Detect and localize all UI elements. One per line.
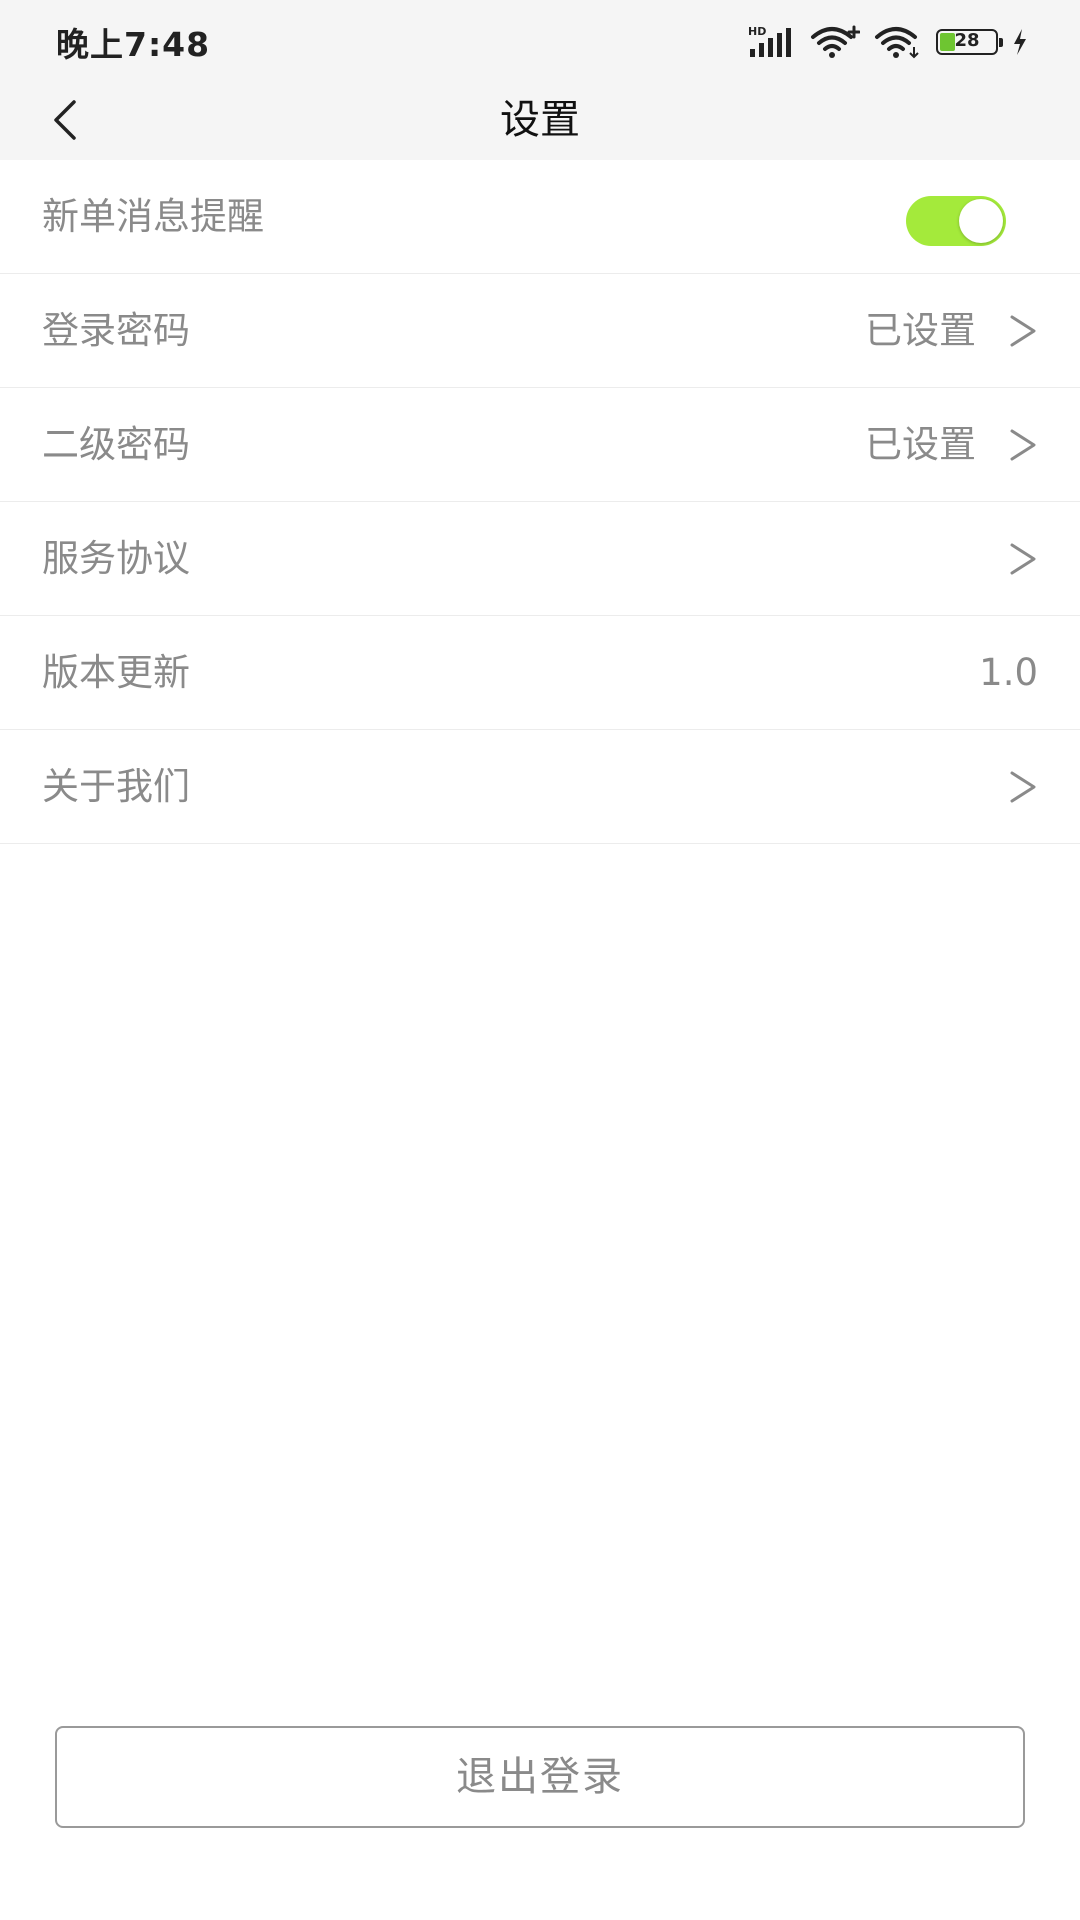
version-number: 1.0: [979, 651, 1038, 694]
setting-label: 新单消息提醒: [42, 195, 264, 238]
status-icons: HD 28: [748, 22, 1028, 62]
status-time: 晚上7:48: [56, 25, 211, 64]
setting-label: 服务协议: [42, 537, 190, 580]
setting-row-new-order-notification: 新单消息提醒: [0, 160, 1080, 274]
setting-row-secondary-password[interactable]: 二级密码 已设置: [0, 388, 1080, 502]
battery-level: 28: [954, 30, 980, 51]
setting-label: 二级密码: [42, 423, 190, 466]
chevron-right-icon: [1010, 771, 1036, 803]
settings-screen: 晚上7:48 HD 28 设置 新单消息提醒 登录密码 已设置 二级密码 已设置…: [0, 0, 1080, 1920]
signal-icon: HD: [748, 25, 791, 57]
settings-list: 新单消息提醒 登录密码 已设置 二级密码 已设置 服务协议 版本更新 1.0 关…: [0, 160, 1080, 844]
setting-row-about-us[interactable]: 关于我们: [0, 730, 1080, 844]
notification-toggle[interactable]: [906, 196, 1006, 246]
chevron-right-icon: [1010, 543, 1036, 575]
setting-value: 已设置: [865, 309, 976, 352]
chevron-right-icon: [1010, 315, 1036, 347]
wifi-plus-icon: [811, 25, 860, 58]
logout-button[interactable]: 退出登录: [55, 1726, 1025, 1828]
battery-icon: 28: [936, 29, 1003, 55]
network-label: HD: [748, 25, 766, 38]
battery-cap: [999, 38, 1003, 47]
nav-bar: 设置: [0, 80, 1080, 160]
page-title: 设置: [500, 97, 580, 143]
charging-bolt-icon: [1014, 29, 1026, 55]
setting-label: 版本更新: [42, 651, 190, 694]
chevron-right-icon: [1010, 429, 1036, 461]
setting-row-service-agreement[interactable]: 服务协议: [0, 502, 1080, 616]
setting-label: 登录密码: [42, 309, 190, 352]
setting-row-version-update[interactable]: 版本更新 1.0: [0, 616, 1080, 730]
setting-value: 已设置: [865, 423, 976, 466]
setting-label: 关于我们: [42, 765, 190, 808]
wifi-icon: [875, 27, 919, 59]
toggle-knob: [959, 199, 1003, 243]
setting-row-login-password[interactable]: 登录密码 已设置: [0, 274, 1080, 388]
status-bar: 晚上7:48 HD 28: [0, 0, 1080, 80]
